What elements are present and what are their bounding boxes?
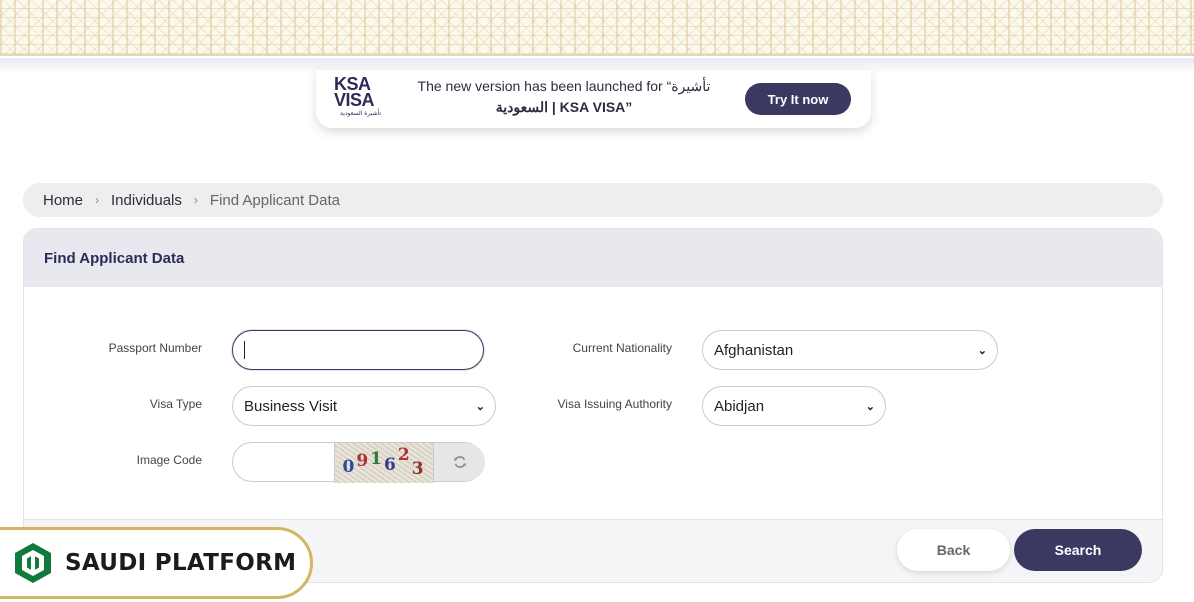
image-code-label: Image Code: [136, 453, 202, 467]
visa-type-select[interactable]: Business Visit ⌄: [232, 386, 496, 426]
visa-type-label: Visa Type: [149, 397, 202, 411]
header-pattern-band: [0, 0, 1194, 56]
promo-banner: KSA VISA تأشيرة السعودية The new version…: [316, 70, 871, 128]
chevron-down-icon: ⌄: [475, 401, 485, 413]
visa-issuing-authority-label: Visa Issuing Authority: [557, 397, 672, 411]
current-nationality-select[interactable]: Afghanistan ⌄: [702, 330, 998, 370]
breadcrumb: Home › Individuals › Find Applicant Data: [23, 183, 1163, 217]
image-code-input[interactable]: [233, 443, 334, 481]
try-it-now-button[interactable]: Try It now: [745, 83, 851, 115]
chevron-right-icon: ›: [193, 193, 198, 207]
promo-text-line1: The new version has been launched for “ت…: [417, 78, 711, 94]
search-button[interactable]: Search: [1014, 529, 1142, 571]
visa-issuing-authority-select[interactable]: Abidjan ⌄: [702, 386, 886, 426]
text-caret: [244, 341, 245, 359]
current-nationality-label: Current Nationality: [572, 341, 672, 355]
promo-text: The new version has been launched for “ت…: [408, 76, 720, 118]
back-button[interactable]: Back: [897, 529, 1010, 571]
captcha-image: 0 9 1 6 2 3: [334, 443, 434, 483]
breadcrumb-home[interactable]: Home: [43, 192, 83, 209]
chevron-down-icon: ⌄: [865, 401, 875, 413]
refresh-icon[interactable]: [434, 443, 485, 481]
chevron-right-icon: ›: [95, 193, 100, 207]
passport-number-input[interactable]: [232, 330, 484, 370]
breadcrumb-current: Find Applicant Data: [209, 191, 340, 209]
watermark-text: SAUDI PLATFORM: [65, 550, 297, 576]
chevron-down-icon: ⌄: [977, 345, 987, 357]
image-code-group: 0 9 1 6 2 3: [232, 442, 485, 483]
panel-header: Find Applicant Data: [24, 229, 1162, 287]
saudi-platform-watermark: SAUDI PLATFORM: [0, 527, 313, 599]
ksa-visa-logo: KSA VISA تأشيرة السعودية: [334, 74, 382, 117]
saudi-platform-logo-icon: [15, 543, 51, 583]
promo-text-line2: السعودية | KSA VISA”: [495, 99, 633, 115]
breadcrumb-individuals[interactable]: Individuals: [111, 192, 182, 209]
passport-number-label: Passport Number: [108, 341, 202, 355]
panel-title: Find Applicant Data: [44, 249, 185, 267]
